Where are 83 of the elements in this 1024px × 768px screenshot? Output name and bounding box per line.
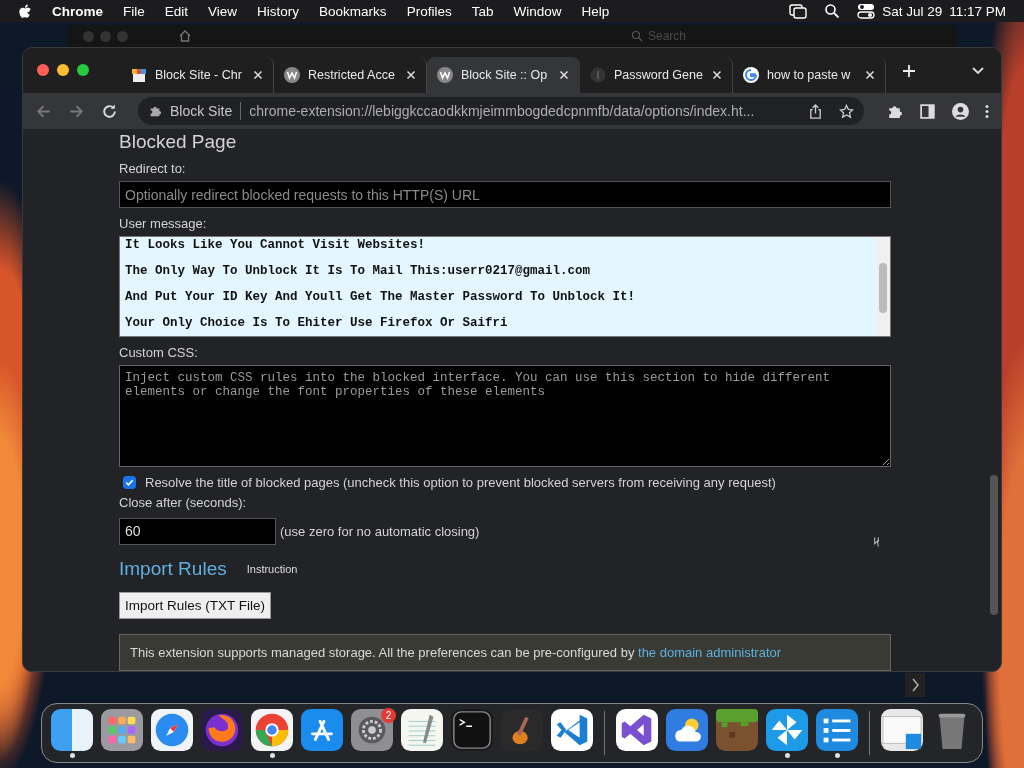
cursor-icon <box>872 536 881 548</box>
puzzle-piece-icon <box>148 104 162 118</box>
cloud-icon[interactable] <box>666 708 708 751</box>
w-letter-icon <box>437 67 453 83</box>
menu-time[interactable]: 11:17 PM <box>949 3 1006 19</box>
grid-icon[interactable] <box>101 708 143 751</box>
section-heading: Blocked Page <box>119 131 237 153</box>
zoom-window-button[interactable] <box>77 63 89 76</box>
share-icon[interactable] <box>808 103 823 119</box>
field-label: Custom CSS: <box>119 345 198 361</box>
url-text: chrome-extension://lebiggkccaodkkmjeimmbogdedcpnmfb/data/options/index.ht... <box>249 103 755 119</box>
extension-name: Block Site <box>170 103 233 119</box>
grass-block-icon[interactable] <box>716 708 758 751</box>
chevron-down-icon[interactable] <box>971 65 985 76</box>
ribbon-icon[interactable] <box>616 708 658 751</box>
window-thumbnail-icon[interactable] <box>881 708 923 751</box>
close-tab-icon[interactable] <box>712 70 722 80</box>
field-label: Close after (seconds): <box>119 495 247 510</box>
redirect-url-field[interactable]: Optionally redirect blocked requests to this HTTP(S) URL <box>119 181 891 208</box>
import-rules-button[interactable]: Import Rules (TXT File) <box>119 592 272 619</box>
field-label: User message: <box>119 216 207 232</box>
checkbox[interactable] <box>123 476 136 489</box>
globe-icon[interactable] <box>201 708 243 751</box>
field-label: Redirect to: <box>119 161 186 177</box>
profile-icon[interactable] <box>952 102 969 120</box>
circle-icon <box>590 67 606 83</box>
close-window-button[interactable] <box>37 63 49 76</box>
star-icon[interactable] <box>839 103 854 119</box>
menu-item[interactable]: Profiles <box>406 3 452 19</box>
checklist-icon[interactable] <box>816 708 858 751</box>
new-tab-icon[interactable] <box>902 63 916 78</box>
browser-tab[interactable]: Block Site :: Op <box>427 57 580 93</box>
home-icon <box>178 29 192 43</box>
field-hint: (use zero for no automatic closing) <box>280 523 480 539</box>
pinwheel-icon[interactable] <box>766 708 808 751</box>
domain-administrator-link[interactable]: the domain administrator <box>638 645 782 660</box>
address-bar[interactable]: Block Site chrome-extension://lebiggkccaodkkmjeimmbogdedcpnmfb/data/options/index.ht... <box>138 97 864 125</box>
close-after-field[interactable]: 60 <box>119 517 276 545</box>
menu-item[interactable]: Edit <box>164 3 189 19</box>
menu-item[interactable]: File <box>123 3 145 19</box>
scrollbar-thumb[interactable] <box>990 475 998 615</box>
guitar-icon[interactable] <box>501 708 543 751</box>
toggles-icon[interactable] <box>857 3 876 19</box>
minimize-window-button[interactable] <box>57 63 69 76</box>
notepad-icon[interactable] <box>401 708 443 751</box>
shop-icon <box>131 67 147 83</box>
menu-date[interactable]: Sat Jul 29 <box>882 3 943 19</box>
code-editor-icon[interactable] <box>551 708 593 751</box>
chevron-right-icon <box>910 677 920 693</box>
menu-item[interactable]: History <box>257 3 300 19</box>
custom-css-field[interactable]: Inject custom CSS rules into the blocked interface. You can use this section to hide different elements or change the font properties of these elements <box>119 365 891 467</box>
compass-icon[interactable] <box>151 708 193 751</box>
search-icon[interactable] <box>823 3 842 19</box>
reload-icon[interactable] <box>101 102 118 120</box>
g-logo-icon <box>743 67 759 83</box>
w-letter-icon <box>284 67 300 83</box>
scrollbar-thumb[interactable] <box>879 263 887 313</box>
user-message-field[interactable]: It Looks Like You Cannot Visit Websites! The Only Way To Unblock It Is To Mail This:userr0217@gmail.com And Put Your ID Key And Youll Get The Master Password To Unblock It! Your Only Choice Is To Ehiter Use Firefox Or Saifri <box>119 236 891 337</box>
instruction-link[interactable]: Instruction <box>246 563 298 575</box>
close-tab-icon[interactable] <box>406 70 416 80</box>
menu-item[interactable]: View <box>208 3 238 19</box>
apple-logo-icon[interactable] <box>18 3 32 19</box>
app-menu[interactable]: Chrome <box>52 3 103 19</box>
menu-item[interactable]: Bookmarks <box>319 3 387 19</box>
more-menu-icon[interactable] <box>985 102 989 120</box>
side-panel-icon[interactable] <box>919 102 936 120</box>
checkbox-label: Resolve the title of blocked pages (uncheck this option to prevent blocked servers from receiving any request) <box>145 475 776 490</box>
menu-item[interactable]: Window <box>513 3 562 19</box>
terminal-icon[interactable] <box>451 708 493 751</box>
ring-icon[interactable] <box>251 708 293 751</box>
search-icon <box>631 30 643 42</box>
notification-badge: 2 <box>381 708 396 723</box>
split-square-icon[interactable] <box>51 708 93 751</box>
menu-item[interactable]: Tab <box>471 3 494 19</box>
close-tab-icon[interactable] <box>253 70 263 80</box>
close-tab-icon[interactable] <box>865 70 875 80</box>
notice-text: This extension supports managed storage. All the preferences can be pre-configured by the domain administrator <box>130 645 782 660</box>
menu-item[interactable]: Help <box>581 3 610 19</box>
app-icon[interactable] <box>301 708 343 751</box>
close-tab-icon[interactable] <box>559 70 569 80</box>
section-heading: Import Rules <box>119 558 227 580</box>
gear-icon[interactable] <box>351 708 393 751</box>
screens-icon[interactable] <box>789 3 808 19</box>
